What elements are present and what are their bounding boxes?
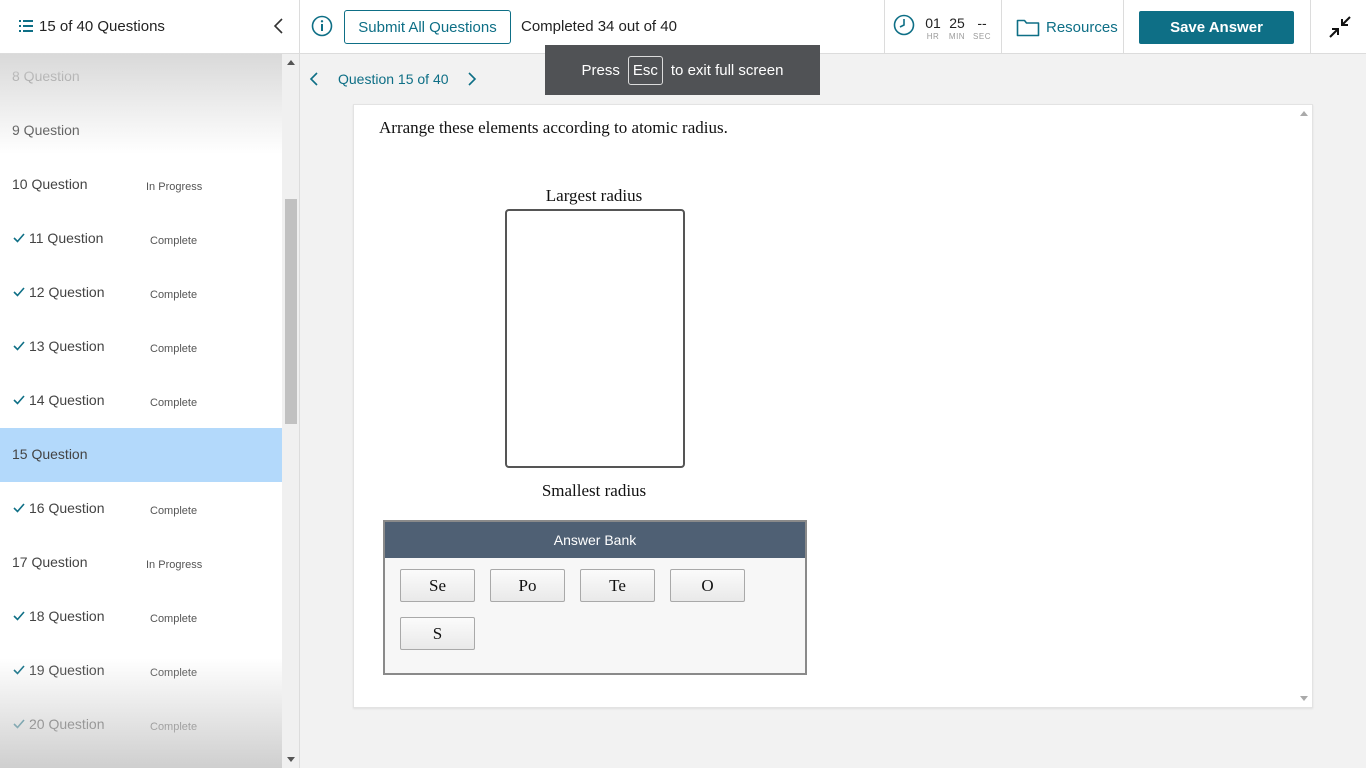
checkmark-icon xyxy=(13,611,25,621)
timer-seconds: -- SEC xyxy=(973,15,991,41)
esc-key-badge: Esc xyxy=(627,55,663,85)
sidebar-question-item[interactable]: 12 Question Complete xyxy=(0,266,282,320)
answer-bank: Answer Bank Se Po Te O S xyxy=(383,520,807,675)
checkmark-icon xyxy=(13,233,25,243)
question-counter[interactable]: 15 of 40 Questions xyxy=(0,0,300,54)
checkmark-icon xyxy=(13,665,25,675)
sidebar-question-item[interactable]: 14 Question Complete xyxy=(0,374,282,428)
sidebar-question-name: 10 Question xyxy=(12,176,88,192)
toast-text-before: Press xyxy=(581,61,620,79)
resources-button[interactable]: Resources xyxy=(1016,14,1118,40)
sidebar-question-item[interactable]: 16 Question Complete xyxy=(0,482,282,536)
question-nav: Question 15 of 40 xyxy=(300,54,550,104)
folder-icon xyxy=(1016,19,1040,37)
exit-fullscreen-button[interactable] xyxy=(1310,0,1366,54)
question-panel: Arrange these elements according to atom… xyxy=(353,104,1313,708)
sidebar-question-item[interactable]: 9 Question xyxy=(0,104,282,158)
sidebar-question-item[interactable]: 8 Question xyxy=(0,54,282,104)
sidebar-question-status: Complete xyxy=(150,235,198,247)
scroll-down-arrow[interactable] xyxy=(1300,696,1308,701)
checkmark-icon xyxy=(13,503,25,513)
sidebar-question-name: 8 Question xyxy=(12,68,80,84)
clock-icon xyxy=(893,14,915,36)
sidebar-question-name: 15 Question xyxy=(12,446,88,462)
sidebar-scrollbar[interactable] xyxy=(282,54,299,768)
info-icon[interactable] xyxy=(311,15,333,37)
answer-tile[interactable]: Te xyxy=(580,569,655,602)
scroll-thumb[interactable] xyxy=(285,199,297,424)
sidebar-question-status: In Progress xyxy=(146,559,203,571)
minimize-arrows-icon xyxy=(1329,16,1351,38)
completed-status: Completed 34 out of 40 xyxy=(521,18,677,35)
sidebar-question-item[interactable]: 10 Question In Progress xyxy=(0,158,282,212)
sidebar-question-status: Complete xyxy=(150,667,198,679)
sidebar-question-item[interactable]: 17 Question In Progress xyxy=(0,536,282,590)
toast-text-after: to exit full screen xyxy=(670,61,784,79)
question-prompt: Arrange these elements according to atom… xyxy=(379,118,728,137)
sidebar-question-name: 9 Question xyxy=(12,122,80,138)
divider xyxy=(1123,0,1124,54)
answer-tile[interactable]: Po xyxy=(490,569,565,602)
sidebar-question-item[interactable]: 20 Question Complete xyxy=(0,698,282,752)
sidebar-question-name: 20 Question xyxy=(29,716,105,732)
question-nav-title: Question 15 of 40 xyxy=(338,71,449,87)
sidebar-question-name: 11 Question xyxy=(29,230,104,246)
scroll-down-arrow[interactable] xyxy=(287,757,295,762)
sidebar-question-name: 13 Question xyxy=(29,338,105,354)
resources-label: Resources xyxy=(1046,18,1118,36)
answer-tile[interactable]: Se xyxy=(400,569,475,602)
content-scrollbar[interactable] xyxy=(1296,105,1312,707)
checkmark-icon xyxy=(13,341,25,351)
timer: 01 HR 25 MIN -- SEC xyxy=(884,0,1002,54)
scroll-up-arrow[interactable] xyxy=(287,60,295,65)
sidebar-question-item[interactable]: 21 QuestionComplete xyxy=(0,752,282,768)
ranking-drop-zone[interactable] xyxy=(505,209,685,468)
sidebar-question-item[interactable]: 11 Question Complete xyxy=(0,212,282,266)
submit-all-button[interactable]: Submit All Questions xyxy=(344,10,511,44)
sidebar-question-status: Complete xyxy=(150,397,198,409)
sidebar-question-name: 17 Question xyxy=(12,554,88,570)
question-sidebar: 8 Question 9 Question 10 Question In Progre… xyxy=(0,54,300,768)
sidebar-question-status: Complete xyxy=(150,613,198,625)
answer-tile[interactable]: S xyxy=(400,617,475,650)
sidebar-question-name: 12 Question xyxy=(29,284,105,300)
sidebar-question-status: Complete xyxy=(150,289,198,301)
scroll-up-arrow[interactable] xyxy=(1300,111,1308,116)
timer-hours: 01 HR xyxy=(925,15,941,41)
sidebar-question-item[interactable]: 19 Question Complete xyxy=(0,644,282,698)
timer-minutes: 25 MIN xyxy=(948,15,966,41)
sidebar-question-item[interactable]: 15 Question xyxy=(0,428,282,482)
sidebar-question-status: Complete xyxy=(150,721,198,733)
chevron-left-icon[interactable] xyxy=(308,71,320,87)
sidebar-question-name: 19 Question xyxy=(29,662,105,678)
answer-tile[interactable]: O xyxy=(670,569,745,602)
chevron-left-icon[interactable] xyxy=(270,16,288,36)
smallest-radius-label: Smallest radius xyxy=(541,481,647,500)
sidebar-question-status: In Progress xyxy=(146,181,203,193)
sidebar-question-name: 14 Question xyxy=(29,392,105,408)
checkmark-icon xyxy=(13,395,25,405)
question-counter-label: 15 of 40 Questions xyxy=(39,18,165,35)
list-icon xyxy=(19,20,33,32)
largest-radius-label: Largest radius xyxy=(545,186,643,205)
chevron-right-icon[interactable] xyxy=(466,71,478,87)
sidebar-question-item[interactable]: 18 Question Complete xyxy=(0,590,282,644)
fullscreen-toast: Press Esc to exit full screen xyxy=(545,45,820,95)
question-list: 8 Question 9 Question 10 Question In Progre… xyxy=(0,54,282,768)
save-answer-button[interactable]: Save Answer xyxy=(1139,11,1294,44)
checkmark-icon xyxy=(13,719,25,729)
answer-bank-title: Answer Bank xyxy=(385,522,805,558)
sidebar-question-name: 18 Question xyxy=(29,608,105,624)
checkmark-icon xyxy=(13,287,25,297)
sidebar-question-status: Complete xyxy=(150,343,198,355)
sidebar-question-status: Complete xyxy=(150,505,198,517)
sidebar-question-item[interactable]: 13 Question Complete xyxy=(0,320,282,374)
sidebar-question-name: 16 Question xyxy=(29,500,105,516)
